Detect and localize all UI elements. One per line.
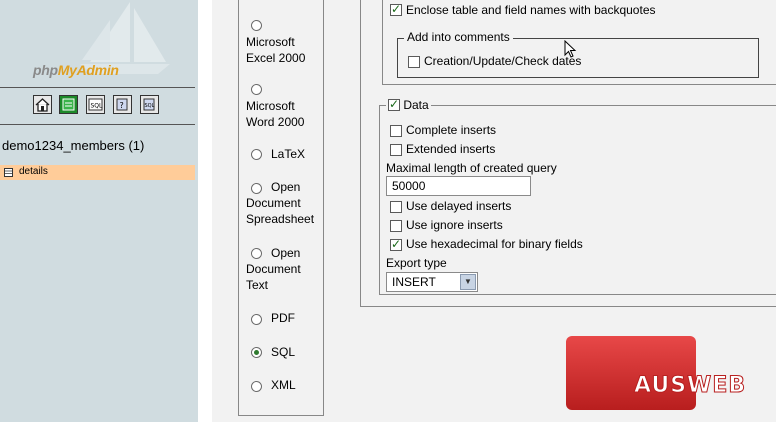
label-line: Microsoft [246, 35, 295, 49]
label-line: Document [246, 196, 301, 210]
format-radio-sql[interactable] [251, 347, 262, 358]
backquotes-label[interactable]: Enclose table and field names with backq… [406, 3, 656, 17]
svg-text:?: ? [120, 101, 124, 110]
export-frame: Microsoft Excel 2000 Microsoft Word 2000… [212, 0, 776, 422]
label-line: Open [271, 246, 301, 260]
watermark-text: AUSWEB [634, 373, 746, 398]
format-label-odt[interactable]: Open Document Text [246, 245, 301, 293]
export-type-label: Export type [386, 256, 447, 270]
mouse-pointer-icon [564, 40, 577, 58]
extended-inserts-label[interactable]: Extended inserts [406, 142, 495, 156]
sql-docs-icon[interactable]: SQL [140, 95, 159, 114]
format-radio-word[interactable] [251, 84, 262, 95]
format-radio-pdf[interactable] [251, 314, 262, 325]
export-type-value: INSERT [392, 275, 436, 289]
label-line: Document [246, 262, 301, 276]
format-label-word[interactable]: Microsoft Word 2000 [246, 98, 304, 130]
backquotes-checkbox[interactable] [390, 2, 402, 16]
dates-checkbox[interactable] [408, 56, 420, 68]
format-radio-xml[interactable] [251, 381, 262, 392]
label-line: Excel 2000 [246, 51, 306, 65]
format-label-pdf[interactable]: PDF [271, 310, 295, 326]
frame-splitter[interactable] [198, 0, 212, 422]
format-label-latex[interactable]: LaTeX [271, 146, 305, 162]
svg-text:SQL: SQL [91, 103, 104, 110]
ausweb-watermark-logo: AUSWEB [566, 336, 746, 410]
sql-icon[interactable]: SQL [86, 95, 105, 114]
home-icon[interactable] [33, 95, 52, 114]
format-label-sql[interactable]: SQL [271, 344, 295, 360]
divider [0, 124, 195, 125]
max-length-input[interactable]: 50000 [386, 176, 531, 196]
table-link[interactable]: details [19, 166, 48, 177]
complete-inserts-label[interactable]: Complete inserts [406, 123, 496, 137]
data-checkbox[interactable] [388, 97, 400, 111]
ignore-inserts-checkbox[interactable] [390, 220, 402, 232]
label-line: Microsoft [246, 99, 295, 113]
svg-text:SQL: SQL [145, 103, 155, 109]
max-length-label: Maximal length of created query [386, 161, 557, 175]
hex-binary-label[interactable]: Use hexadecimal for binary fields [406, 237, 583, 251]
phpmyadmin-logo[interactable]: phpMyAdmin [33, 62, 119, 78]
chevron-down-icon[interactable]: ▼ [460, 274, 476, 290]
delayed-inserts-label[interactable]: Use delayed inserts [406, 199, 511, 213]
divider [0, 87, 195, 88]
format-radio-latex[interactable] [251, 149, 262, 160]
data-legend: Data [386, 97, 431, 112]
table-icon[interactable] [4, 168, 13, 177]
format-label-ods[interactable]: Open Document Spreadsheet [246, 179, 314, 227]
label-line: Word 2000 [246, 115, 305, 129]
extended-inserts-checkbox[interactable] [390, 144, 402, 156]
label-line: Spreadsheet [246, 212, 315, 226]
database-title[interactable]: demo1234_members (1) [2, 138, 144, 153]
format-label-excel[interactable]: Microsoft Excel 2000 [246, 34, 305, 66]
format-label-xml[interactable]: XML [271, 377, 296, 393]
logo-brand: MyAdmin [57, 62, 119, 78]
add-comments-legend: Add into comments [404, 30, 513, 44]
documentation-icon[interactable]: ? [113, 95, 132, 114]
format-radio-excel[interactable] [251, 20, 262, 31]
logo-prefix: php [33, 62, 58, 78]
hex-binary-checkbox[interactable] [390, 237, 402, 251]
complete-inserts-checkbox[interactable] [390, 125, 402, 137]
delayed-inserts-checkbox[interactable] [390, 201, 402, 213]
data-legend-label[interactable]: Data [403, 98, 428, 112]
export-type-select[interactable]: INSERT ▼ [386, 272, 478, 292]
table-list-item[interactable]: details [0, 165, 195, 180]
query-window-icon[interactable] [59, 95, 78, 114]
dates-label[interactable]: Creation/Update/Check dates [424, 54, 581, 68]
label-line: Open [271, 180, 301, 194]
ignore-inserts-label[interactable]: Use ignore inserts [406, 218, 503, 232]
label-line: Text [246, 278, 269, 292]
navigation-frame: phpMyAdmin SQL ? SQL demo1234_members (1… [0, 0, 198, 422]
